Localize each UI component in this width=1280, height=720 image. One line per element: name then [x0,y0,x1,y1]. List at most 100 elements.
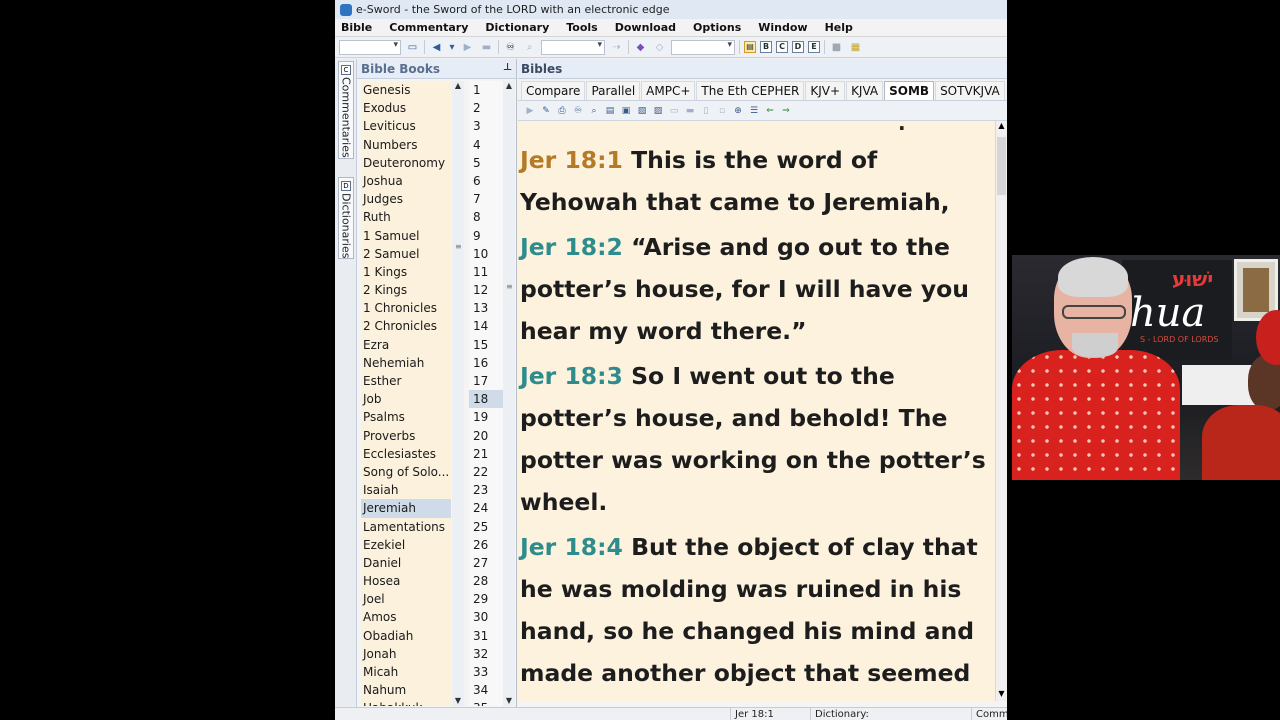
tab-sotvkjva[interactable]: SOTVKJVA [935,81,1005,100]
book-item[interactable]: Numbers [361,136,451,154]
chapter-item[interactable]: 15 [469,336,503,354]
book-item[interactable]: Isaiah [361,481,451,499]
reading-scrollbar[interactable]: ▲ ▼ [995,121,1007,701]
chapter-item[interactable]: 18 [469,390,503,409]
chapter-item[interactable]: 7 [469,190,503,208]
tab-kjva[interactable]: KJVA [846,81,884,100]
chapter-item[interactable]: 32 [469,645,503,663]
tab-kjv[interactable]: KJV+ [805,81,846,100]
book-item[interactable]: Nehemiah [361,354,451,372]
scroll-grip-icon[interactable]: ≡ [506,283,513,291]
verse-reference[interactable]: Jer 18:1 [520,146,623,174]
zoom-icon[interactable]: ⊕ [732,105,744,117]
menu-commentary[interactable]: Commentary [387,21,470,34]
lookup-icon[interactable]: ⇢ [609,40,624,55]
search-binoculars-icon[interactable]: ♾ [503,40,518,55]
print-icon[interactable]: ⎙ [556,105,568,117]
scroll-down-arrow-icon[interactable]: ▼ [996,689,1007,701]
chapter-item[interactable]: 28 [469,572,503,590]
tab-ampc[interactable]: AMPC+ [641,81,696,100]
edit-icon[interactable]: ✎ [540,105,552,117]
scroll-thumb[interactable] [997,137,1006,195]
book-item[interactable]: Job [361,390,451,408]
scroll-up-arrow-icon[interactable]: ▲ [452,81,464,91]
chapter-item[interactable]: 21 [469,445,503,463]
tab-commentaries[interactable]: C Commentaries [338,61,354,159]
tab-compare[interactable]: Compare [521,81,586,100]
book-item[interactable]: Jeremiah [361,499,451,518]
layout-b-icon[interactable]: B [760,41,772,53]
layout-c-icon[interactable]: C [776,41,788,53]
book-item[interactable]: Ruth [361,208,451,226]
book-item[interactable]: Ezra [361,336,451,354]
verse[interactable]: Jer 18:4 But the object of clay that he … [520,526,990,694]
strongs-icon[interactable]: ▬ [684,105,696,117]
sync-back-icon[interactable]: ⇐ [764,105,776,117]
back-arrow-icon[interactable]: ◀ [429,40,444,55]
menu-window[interactable]: Window [756,21,809,34]
search-advanced-icon[interactable]: ⌕ [588,105,600,117]
bible-select-combo[interactable] [339,39,401,55]
god-icon[interactable]: ▯ [700,105,712,117]
chapter-item[interactable]: 22 [469,463,503,481]
book-item[interactable]: Joel [361,590,451,608]
resource-icon[interactable]: ▦ [848,40,863,55]
tab-dictionaries[interactable]: D Dictionaries [338,177,354,259]
verse[interactable]: Jer 18:3 So I went out to the potter’s h… [520,355,990,523]
chapter-item[interactable]: 14 [469,317,503,335]
chapter-item[interactable]: 29 [469,590,503,608]
verse[interactable]: Jer 18:1 This is the word of Yehowah tha… [520,139,990,223]
chapter-item[interactable]: 12 [469,281,503,299]
chapter-item[interactable]: 19 [469,408,503,426]
book-item[interactable]: 1 Chronicles [361,299,451,317]
chapter-list-scrollbar[interactable]: ▲ ≡ ▼ [503,81,515,706]
book-item[interactable]: Psalms [361,408,451,426]
book-item[interactable]: Proverbs [361,427,451,445]
chapter-item[interactable]: 26 [469,536,503,554]
chapter-item[interactable]: 16 [469,354,503,372]
book-icon[interactable]: ▭ [405,40,420,55]
menu-help[interactable]: Help [823,21,855,34]
pin-icon[interactable]: ⊥ [503,62,512,73]
scroll-down-arrow-icon[interactable]: ▼ [503,696,515,706]
chapter-item[interactable]: 20 [469,427,503,445]
eraser-icon[interactable]: ◇ [652,40,667,55]
copy-icon[interactable]: ▤ [604,105,616,117]
highlighter-combo[interactable] [671,39,735,55]
verse[interactable]: Jer 18:2 “Arise and go out to the potter… [520,226,990,352]
chapter-item[interactable]: 6 [469,172,503,190]
scroll-up-arrow-icon[interactable]: ▲ [503,81,515,91]
menu-bible[interactable]: Bible [339,21,374,34]
up-icon[interactable]: ▬ [479,40,494,55]
chapter-item[interactable]: 4 [469,136,503,154]
chapter-item[interactable]: 27 [469,554,503,572]
images-icon[interactable]: ▫ [716,105,728,117]
tab-somb[interactable]: SOMB [884,81,935,100]
book-item[interactable]: Ezekiel [361,536,451,554]
book-item[interactable]: Exodus [361,99,451,117]
search-icon[interactable]: ♾ [572,105,584,117]
book-item[interactable]: Leviticus [361,117,451,135]
book-item[interactable]: Deuteronomy [361,154,451,172]
notes-icon[interactable]: ▭ [668,105,680,117]
chapter-item[interactable]: 25 [469,518,503,536]
chapter-item[interactable]: 30 [469,608,503,626]
book-item[interactable]: Lamentations [361,518,451,536]
book-item[interactable]: Joshua [361,172,451,190]
chapter-item[interactable]: 23 [469,481,503,499]
book-list-scrollbar[interactable]: ▲ ≡ ▼ [452,81,464,706]
scroll-grip-icon[interactable]: ≡ [455,243,462,251]
chapter-item[interactable]: 10 [469,245,503,263]
chapter-item[interactable]: 9 [469,227,503,245]
scroll-down-arrow-icon[interactable]: ▼ [452,696,464,706]
layout-e-icon[interactable]: E [808,41,820,53]
book-item[interactable]: 2 Samuel [361,245,451,263]
history-dropdown-icon[interactable]: ▾ [448,40,456,55]
grey-box-icon[interactable]: ■ [829,40,844,55]
book-item[interactable]: Esther [361,372,451,390]
book-item[interactable]: 1 Kings [361,263,451,281]
chapter-item[interactable]: 8 [469,208,503,226]
chapter-item[interactable]: 35 [469,699,503,706]
book-item[interactable]: Genesis [361,81,451,99]
book-item[interactable]: 2 Chronicles [361,317,451,335]
